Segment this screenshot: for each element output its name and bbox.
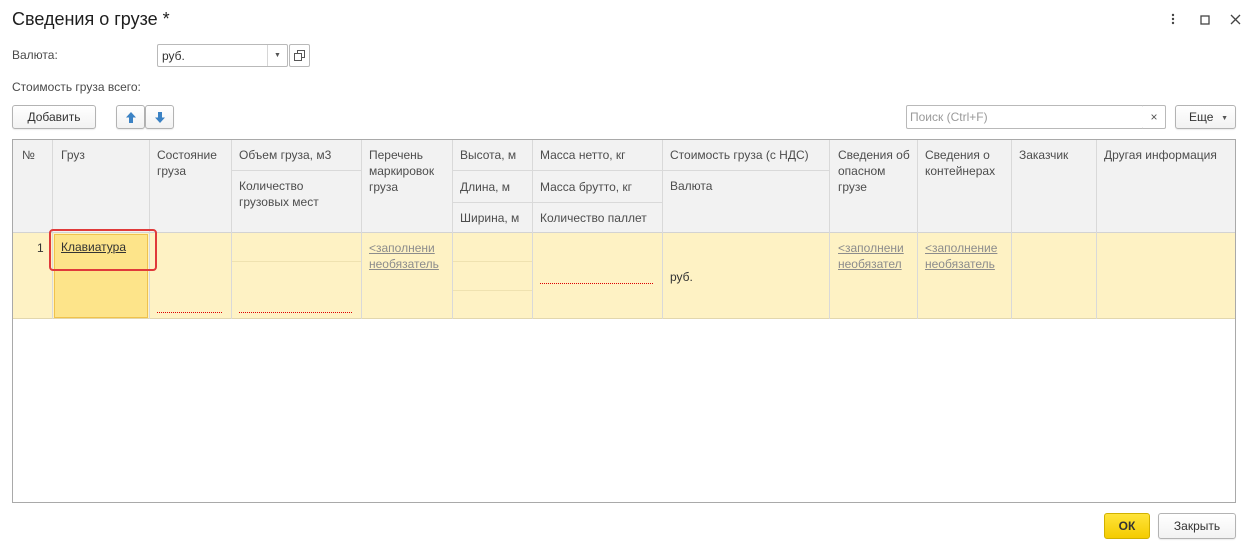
move-up-button[interactable] bbox=[116, 105, 145, 129]
close-button[interactable]: Закрыть bbox=[1158, 513, 1236, 539]
row-currency: руб. bbox=[670, 270, 693, 284]
search-clear-button[interactable]: × bbox=[1143, 105, 1166, 129]
required-field-marker bbox=[157, 312, 222, 313]
close-icon[interactable] bbox=[1226, 10, 1244, 30]
header-state[interactable]: Состояние груза bbox=[157, 147, 229, 179]
header-net-mass[interactable]: Масса нетто, кг bbox=[540, 147, 626, 163]
open-currency-button[interactable] bbox=[289, 44, 310, 67]
containers-link[interactable]: <заполнение bbox=[925, 241, 1009, 255]
required-field-marker bbox=[540, 283, 653, 284]
markings-link-2[interactable]: необязатель bbox=[369, 257, 449, 271]
total-cost-label: Стоимость груза всего: bbox=[12, 80, 141, 94]
header-containers[interactable]: Сведения о контейнерах bbox=[925, 147, 1009, 179]
open-window-icon bbox=[294, 50, 305, 61]
header-num[interactable]: № bbox=[22, 147, 35, 163]
cargo-table[interactable]: № Груз Состояние груза Объем груза, м3 К… bbox=[12, 139, 1236, 503]
header-cost[interactable]: Стоимость груза (с НДС) bbox=[670, 147, 809, 163]
header-dangerous[interactable]: Сведения об опасном грузе bbox=[838, 147, 916, 195]
markings-link[interactable]: <заполнени bbox=[369, 241, 449, 255]
dangerous-link[interactable]: <заполнени bbox=[838, 241, 913, 255]
header-height[interactable]: Высота, м bbox=[460, 147, 516, 163]
containers-link-2[interactable]: необязатель bbox=[925, 257, 1009, 271]
header-markings[interactable]: Перечень маркировок груза bbox=[369, 147, 447, 195]
header-places[interactable]: Количество грузовых мест bbox=[239, 178, 349, 210]
move-down-button[interactable] bbox=[145, 105, 174, 129]
dangerous-link-2[interactable]: необязател bbox=[838, 257, 913, 271]
cargo-link[interactable]: Клавиатура bbox=[61, 240, 126, 254]
maximize-icon[interactable] bbox=[1196, 10, 1214, 30]
header-customer[interactable]: Заказчик bbox=[1019, 147, 1068, 163]
header-gross-mass[interactable]: Масса брутто, кг bbox=[540, 179, 632, 195]
dropdown-arrow-icon[interactable]: ▼ bbox=[267, 45, 287, 66]
currency-label: Валюта: bbox=[12, 48, 58, 62]
header-other[interactable]: Другая информация bbox=[1104, 147, 1217, 163]
chevron-down-icon: ▼ bbox=[1221, 115, 1228, 122]
more-label: Еще bbox=[1189, 110, 1214, 124]
row-number: 1 bbox=[37, 241, 44, 255]
window-title: Сведения о грузе * bbox=[12, 9, 170, 29]
more-button[interactable]: Еще ▼ bbox=[1175, 105, 1236, 129]
currency-select[interactable]: руб. ▼ bbox=[157, 44, 288, 67]
more-vertical-icon[interactable] bbox=[1164, 10, 1182, 30]
currency-value: руб. bbox=[162, 49, 185, 63]
arrow-up-icon bbox=[125, 111, 136, 123]
required-field-marker bbox=[239, 312, 352, 313]
header-length[interactable]: Длина, м bbox=[460, 179, 510, 195]
header-volume[interactable]: Объем груза, м3 bbox=[239, 147, 331, 163]
arrow-down-icon bbox=[154, 111, 165, 123]
search-field[interactable] bbox=[906, 105, 1144, 129]
header-cargo[interactable]: Груз bbox=[61, 147, 85, 163]
search-input[interactable] bbox=[910, 107, 1140, 127]
header-currency[interactable]: Валюта bbox=[670, 178, 712, 194]
add-button[interactable]: Добавить bbox=[12, 105, 96, 129]
header-pallets[interactable]: Количество паллет bbox=[540, 210, 647, 226]
header-width[interactable]: Ширина, м bbox=[460, 210, 519, 226]
ok-button[interactable]: ОК bbox=[1104, 513, 1150, 539]
table-row[interactable] bbox=[13, 233, 1235, 319]
